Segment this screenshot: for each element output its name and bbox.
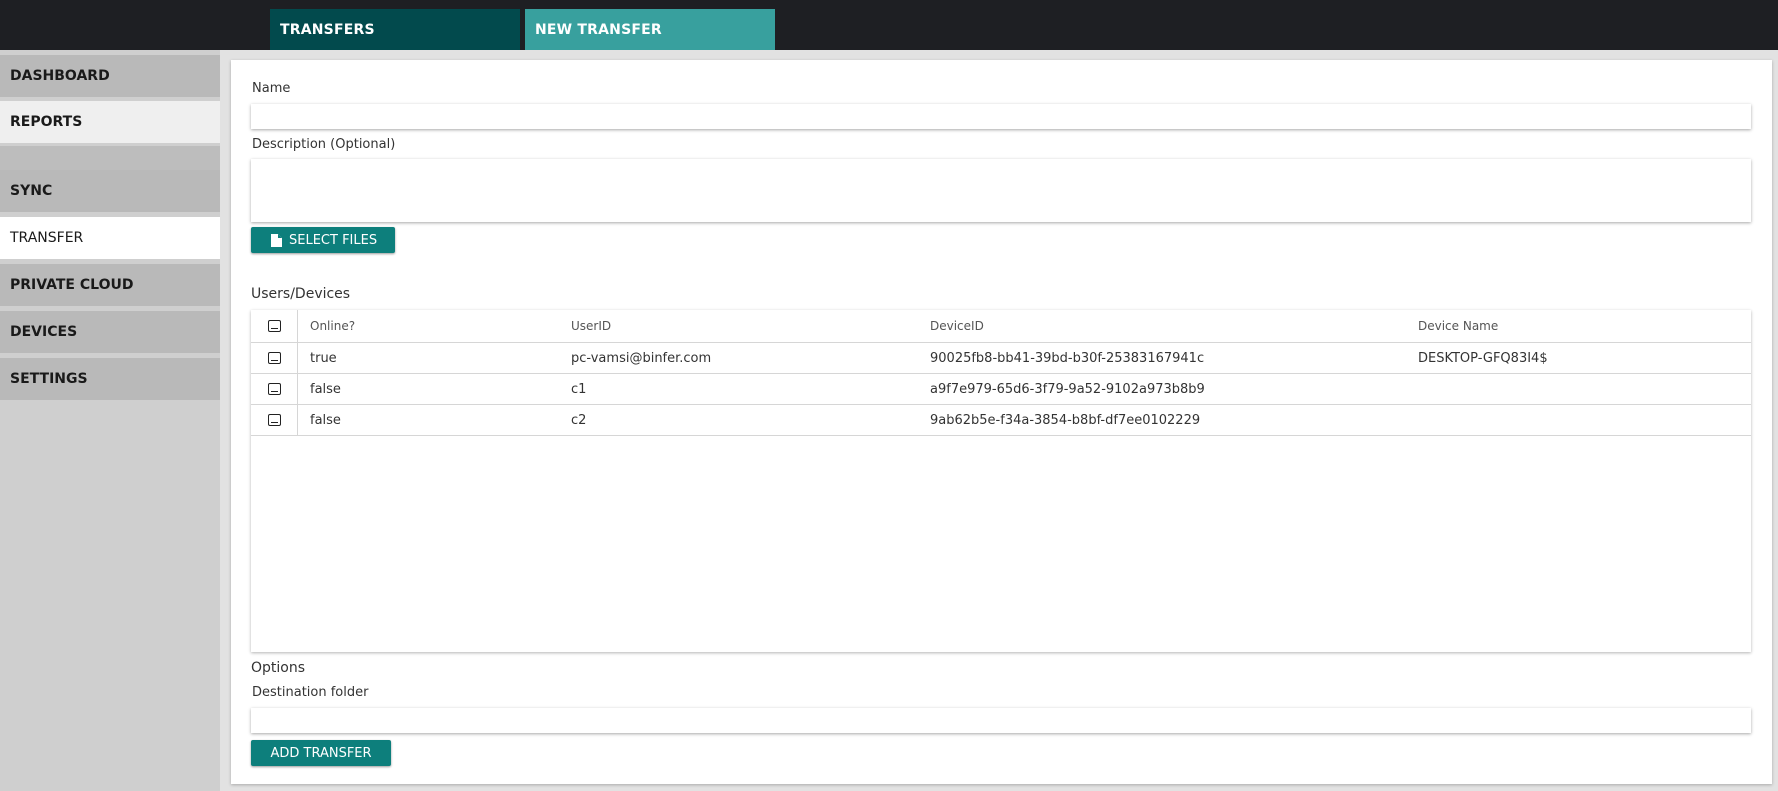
cell-deviceid: a9f7e979-65d6-3f79-9a52-9102a973b8b9 (930, 381, 1205, 397)
description-input[interactable] (251, 159, 1751, 222)
select-all-cell (251, 310, 298, 342)
sidebar-divider (0, 146, 220, 170)
column-header-device-name[interactable]: Device Name (1418, 310, 1498, 342)
options-title: Options (251, 660, 306, 676)
file-icon (271, 233, 282, 247)
select-files-label: SELECT FILES (289, 232, 378, 248)
add-transfer-button[interactable]: ADD TRANSFER (251, 740, 391, 766)
sidebar: DASHBOARD REPORTS SYNC TRANSFER PRIVATE … (0, 50, 220, 791)
row-checkbox[interactable] (267, 352, 281, 364)
description-label: Description (Optional) (252, 137, 396, 152)
destination-folder-input[interactable] (251, 708, 1751, 733)
cell-userid: c2 (571, 412, 587, 428)
table-row[interactable]: false c1 a9f7e979-65d6-3f79-9a52-9102a97… (251, 374, 1751, 405)
destination-folder-label: Destination folder (252, 685, 369, 700)
table-header-row: Online? UserID DeviceID Device Name (251, 310, 1751, 343)
users-devices-table: Online? UserID DeviceID Device Name true… (251, 310, 1751, 652)
sidebar-item-settings[interactable]: SETTINGS (0, 358, 220, 400)
sidebar-item-transfer[interactable]: TRANSFER (0, 217, 220, 259)
column-header-deviceid[interactable]: DeviceID (930, 310, 984, 342)
select-all-checkbox[interactable] (267, 320, 281, 332)
cell-device-name: DESKTOP-GFQ83I4$ (1418, 350, 1548, 366)
row-checkbox[interactable] (267, 383, 281, 395)
select-files-button[interactable]: SELECT FILES (251, 227, 395, 253)
column-header-userid[interactable]: UserID (571, 310, 611, 342)
row-checkbox-cell (251, 343, 298, 373)
sidebar-item-dashboard[interactable]: DASHBOARD (0, 55, 220, 97)
name-input[interactable] (251, 104, 1751, 129)
sidebar-item-private-cloud[interactable]: PRIVATE CLOUD (0, 264, 220, 306)
top-bar: TRANSFERS NEW TRANSFER (0, 0, 1778, 50)
new-transfer-panel: Name Description (Optional) SELECT FILES… (231, 60, 1772, 784)
row-checkbox-cell (251, 374, 298, 404)
table-row[interactable]: false c2 9ab62b5e-f34a-3854-b8bf-df7ee01… (251, 405, 1751, 436)
tab-new-transfer[interactable]: NEW TRANSFER (525, 9, 775, 50)
users-devices-title: Users/Devices (251, 286, 351, 302)
cell-deviceid: 9ab62b5e-f34a-3854-b8bf-df7ee0102229 (930, 412, 1201, 428)
name-label: Name (252, 81, 291, 96)
tab-transfers[interactable]: TRANSFERS (270, 9, 520, 50)
cell-userid: pc-vamsi@binfer.com (571, 350, 712, 366)
row-checkbox-cell (251, 405, 298, 435)
column-header-online[interactable]: Online? (310, 310, 355, 342)
cell-online: true (310, 350, 337, 366)
cell-online: false (310, 412, 341, 428)
sidebar-item-reports[interactable]: REPORTS (0, 101, 220, 143)
sidebar-item-sync[interactable]: SYNC (0, 170, 220, 212)
cell-online: false (310, 381, 341, 397)
sidebar-item-devices[interactable]: DEVICES (0, 311, 220, 353)
row-checkbox[interactable] (267, 414, 281, 426)
cell-deviceid: 90025fb8-bb41-39bd-b30f-25383167941c (930, 350, 1205, 366)
cell-userid: c1 (571, 381, 587, 397)
table-row[interactable]: true pc-vamsi@binfer.com 90025fb8-bb41-3… (251, 343, 1751, 374)
